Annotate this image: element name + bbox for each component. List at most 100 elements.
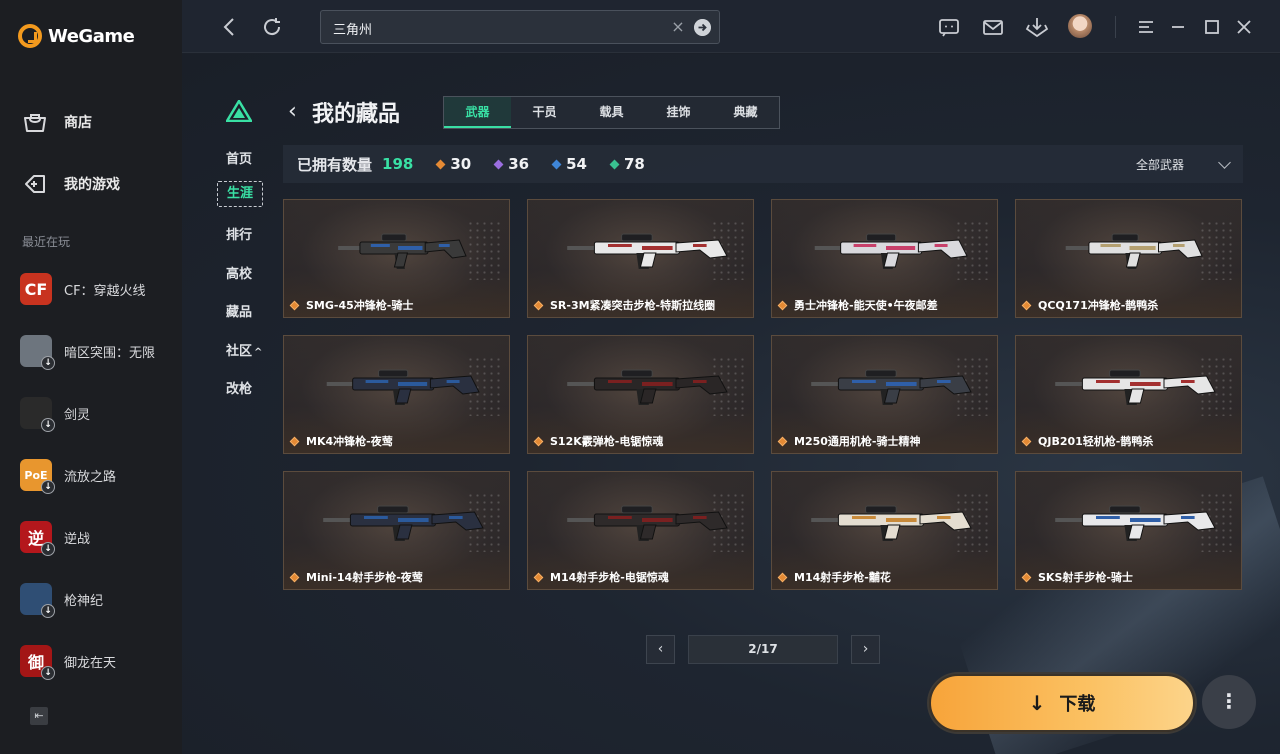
recent-game-item[interactable]: 御 ↓ 御龙在天: [20, 645, 116, 680]
weapon-card[interactable]: M14射手步枪-电锯惊魂: [527, 471, 754, 590]
tab-0[interactable]: 武器: [444, 97, 511, 128]
weapon-name-row: M14射手步枪-电锯惊魂: [533, 569, 669, 585]
weapon-image: [567, 233, 728, 269]
subnav-item[interactable]: 藏品: [226, 301, 252, 320]
page-back-icon[interactable]: ‹: [288, 101, 304, 123]
weapon-name-row: QCQ171冲锋枪-鹊鸭杀: [1021, 297, 1158, 313]
weapon-name: MK4冲锋枪-夜莺: [306, 435, 393, 448]
weapon-card[interactable]: QCQ171冲锋枪-鹊鸭杀: [1015, 199, 1242, 318]
rarity-gem-icon: [289, 436, 300, 446]
rarity-gem-icon: [533, 436, 544, 446]
sidebar-item-my-games[interactable]: 我的游戏: [22, 173, 120, 195]
search-submit-icon[interactable]: [694, 19, 711, 36]
sidebar-item-label: 商店: [64, 115, 92, 131]
rarity-gem-icon: [435, 159, 446, 169]
subnav-item[interactable]: 社区 ^: [226, 340, 262, 359]
download-label: 下载: [1059, 694, 1096, 715]
weapon-image: [567, 505, 728, 541]
subnav-item[interactable]: 生涯: [217, 181, 263, 207]
weapon-name-row: M14射手步枪-黼花: [777, 569, 891, 585]
weapon-card[interactable]: SKS射手步枪-骑士: [1015, 471, 1242, 590]
weapon-name: 勇士冲锋枪-能天使•午夜邮差: [794, 299, 938, 312]
weapon-name: M14射手步枪-黼花: [794, 571, 891, 584]
weapon-image: [811, 369, 972, 405]
download-manager-icon[interactable]: [1025, 15, 1049, 39]
subnav-item-label: 生涯: [226, 186, 253, 201]
weapon-name: Mini-14射手步枪-夜莺: [306, 571, 423, 584]
rarity-count: 54: [551, 155, 587, 173]
subnav-item[interactable]: 改枪: [226, 378, 252, 397]
sidebar-item-label: 我的游戏: [64, 177, 120, 193]
pagination: ‹ 2/17 ›: [646, 635, 880, 664]
weapon-card[interactable]: SR-3M紧凑突击步枪-特斯拉线圈: [527, 199, 754, 318]
owned-count-value: 198: [382, 155, 414, 173]
weapon-card[interactable]: QJB201轻机枪-鹊鸭杀: [1015, 335, 1242, 454]
refresh-icon[interactable]: [260, 15, 284, 39]
weapon-card[interactable]: 勇士冲锋枪-能天使•午夜邮差: [771, 199, 998, 318]
user-avatar[interactable]: [1068, 14, 1092, 38]
close-icon[interactable]: [1232, 15, 1256, 39]
rarity-count: 36: [493, 155, 529, 173]
minimize-icon[interactable]: [1166, 15, 1190, 39]
delta-force-logo-icon[interactable]: [226, 100, 252, 122]
weapon-card[interactable]: M14射手步枪-黼花: [771, 471, 998, 590]
rarity-gem-icon: [1021, 436, 1032, 446]
game-name: 枪神纪: [64, 593, 104, 609]
search-input[interactable]: [333, 18, 653, 38]
recent-section-label: 最近在玩: [22, 235, 71, 249]
chevron-up-icon: ^: [254, 347, 263, 358]
chat-icon[interactable]: [937, 15, 961, 39]
recent-game-item[interactable]: ↓ 暗区突围：无限: [20, 335, 155, 370]
weapon-card[interactable]: MK4冲锋枪-夜莺: [283, 335, 510, 454]
wegame-logo[interactable]: WeGame: [18, 24, 135, 48]
weapon-filter-dropdown[interactable]: 全部武器: [1135, 155, 1231, 173]
back-icon[interactable]: [218, 15, 242, 39]
rarity-count: 78: [609, 155, 645, 173]
recent-game-item[interactable]: CF CF：穿越火线: [20, 273, 146, 305]
weapon-card[interactable]: S12K霰弹枪-电锯惊魂: [527, 335, 754, 454]
prev-page-button[interactable]: ‹: [646, 635, 675, 664]
rarity-gem-icon: [551, 159, 562, 169]
subnav-item[interactable]: 排行: [226, 224, 252, 243]
weapon-name: S12K霰弹枪-电锯惊魂: [550, 435, 664, 448]
top-bar: ×: [182, 0, 1280, 53]
tab-1[interactable]: 干员: [511, 97, 578, 128]
tab-4[interactable]: 典藏: [712, 97, 779, 128]
tab-2[interactable]: 载具: [578, 97, 645, 128]
recent-game-item[interactable]: ↓ 剑灵: [20, 397, 90, 432]
tab-3[interactable]: 挂饰: [645, 97, 712, 128]
weapon-image: [1055, 505, 1216, 541]
weapon-card[interactable]: Mini-14射手步枪-夜莺: [283, 471, 510, 590]
subnav-item-label: 藏品: [226, 305, 253, 320]
game-icon: 御 ↓: [20, 645, 55, 680]
subnav-item[interactable]: 首页: [226, 148, 252, 167]
game-icon: ↓: [20, 335, 55, 370]
weapon-card[interactable]: M250通用机枪-骑士精神: [771, 335, 998, 454]
owned-count-label: 已拥有数量: [297, 155, 373, 174]
clear-search-icon[interactable]: ×: [669, 18, 687, 36]
weapon-name-row: SKS射手步枪-骑士: [1021, 569, 1133, 585]
menu-icon[interactable]: [1134, 15, 1158, 39]
recent-game-item[interactable]: PoE ↓ 流放之路: [20, 459, 116, 494]
weapon-image: [323, 505, 484, 541]
recent-game-item[interactable]: 逆 ↓ 逆战: [20, 521, 90, 556]
mail-icon[interactable]: [981, 15, 1005, 39]
maximize-icon[interactable]: [1200, 15, 1224, 39]
next-page-button[interactable]: ›: [851, 635, 880, 664]
download-button[interactable]: ↓ 下载: [929, 674, 1195, 732]
recent-game-item[interactable]: ↓ 枪神纪: [20, 583, 104, 618]
subnav-item-label: 首页: [226, 152, 253, 167]
rarity-count-value: 54: [566, 155, 587, 173]
more-options-button[interactable]: ⋮: [1202, 675, 1256, 729]
weapon-card[interactable]: SMG-45冲锋枪-骑士: [283, 199, 510, 318]
collection-tabs: 武器 干员 载具 挂饰 典藏: [443, 96, 780, 129]
collapse-sidebar-icon[interactable]: ⇤: [30, 707, 48, 725]
weapon-name: QJB201轻机枪-鹊鸭杀: [1038, 435, 1154, 448]
game-name: CF：穿越火线: [64, 283, 146, 299]
wegame-logo-text: WeGame: [48, 25, 135, 47]
subnav-item[interactable]: 高校: [226, 263, 252, 282]
rarity-counts: 30 36 54 78: [413, 155, 645, 173]
sidebar-item-store[interactable]: 商店: [22, 111, 92, 133]
weapon-filter-label: 全部武器: [1135, 158, 1184, 172]
rarity-gem-icon: [609, 159, 620, 169]
